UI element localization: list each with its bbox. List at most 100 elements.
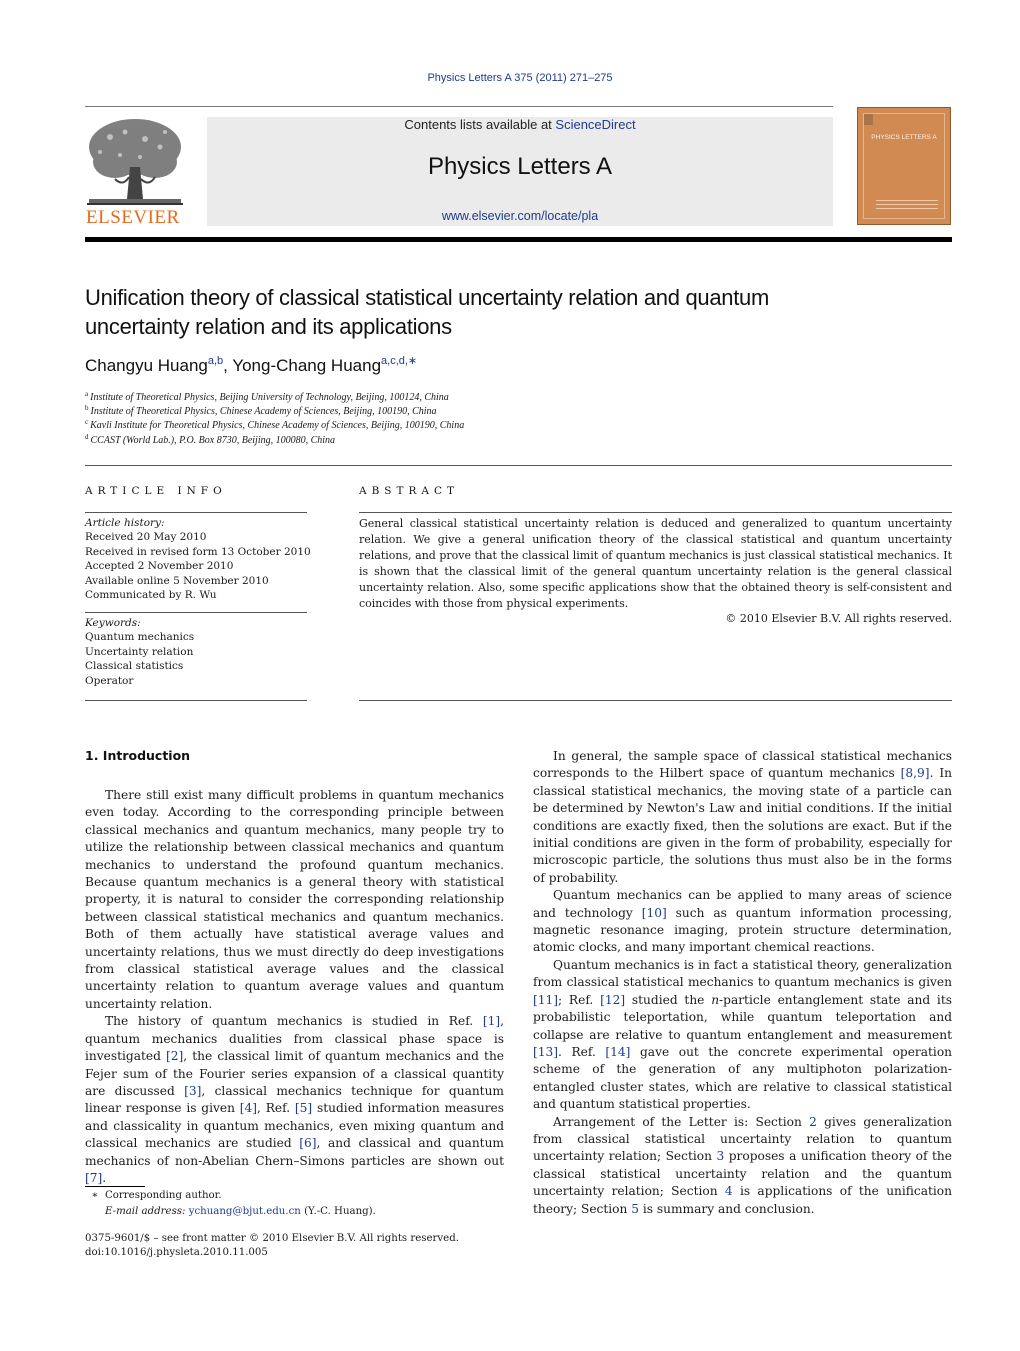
sciencedirect-link[interactable]: ScienceDirect — [555, 117, 635, 132]
author-separator: , — [223, 356, 233, 375]
cover-fine-print — [876, 200, 938, 201]
paragraph: There still exist many difficult problem… — [85, 788, 504, 1011]
abstract-heading: ABSTRACT — [359, 485, 460, 497]
title-line-2: uncertainty relation and its application… — [85, 314, 452, 339]
title-line-1: Unification theory of classical statisti… — [85, 285, 770, 310]
text-run: ; Ref. — [558, 992, 601, 1007]
affiliation-text: Institute of Theoretical Physics, Beijin… — [90, 392, 449, 403]
reference-link[interactable]: [11] — [533, 993, 558, 1007]
history-label: Article history: — [85, 517, 165, 529]
doi-link[interactable]: doi:10.1016/j.physleta.2010.11.005 — [85, 1247, 268, 1258]
keyword: Quantum mechanics — [85, 631, 195, 644]
contents-availability: Contents lists available at ScienceDirec… — [207, 117, 833, 132]
reference-link[interactable]: [5] — [295, 1101, 312, 1115]
text-run: . — [102, 1170, 107, 1185]
abstract-text: General classical statistical uncertaint… — [359, 517, 952, 610]
email-link[interactable]: ychuang@bjut.edu.cn — [189, 1206, 301, 1217]
affiliation-text: Kavli Institute for Theoretical Physics,… — [90, 420, 465, 431]
affiliation: d CCAST (World Lab.), P.O. Box 8730, Beij… — [85, 433, 335, 447]
abstract-divider — [359, 512, 952, 513]
journal-cover-thumbnail[interactable]: PHYSICS LETTERS A — [857, 107, 951, 225]
info-divider — [85, 700, 307, 701]
history-item: Accepted 2 November 2010 — [85, 560, 234, 573]
author-list: Changyu Huanga,b, Yong-Chang Huanga,c,d,… — [85, 356, 417, 376]
affiliation-mark: b — [85, 404, 89, 412]
affiliation: b Institute of Theoretical Physics, Chine… — [85, 404, 437, 418]
affiliation-text: Institute of Theoretical Physics, Chines… — [90, 406, 437, 417]
text-run: . Ref. — [558, 1044, 606, 1059]
author-name[interactable]: Changyu Huang — [85, 356, 208, 375]
reference-link[interactable]: [6] — [299, 1136, 316, 1150]
footnote-rule — [85, 1186, 145, 1187]
keyword: Classical statistics — [85, 660, 184, 673]
text-run: , Ref. — [257, 1101, 295, 1116]
text-run: Arrangement of the Letter is: Section — [553, 1114, 810, 1129]
affiliation-marks[interactable]: a,b — [208, 355, 223, 367]
paragraph: The history of quantum mechanics is stud… — [85, 1013, 504, 1187]
section-link[interactable]: 4 — [725, 1184, 733, 1198]
journal-banner: Contents lists available at ScienceDirec… — [207, 117, 833, 226]
text-run: studied the — [625, 992, 712, 1007]
journal-name: Physics Letters A — [427, 153, 613, 180]
article-info-heading: ARTICLE INFO — [85, 485, 227, 497]
reference-link[interactable]: [4] — [240, 1101, 257, 1115]
affiliation-mark: d — [85, 433, 89, 441]
keyword: Operator — [85, 674, 134, 687]
article-title: Unification theory of classical statisti… — [85, 283, 965, 341]
text-run: In general, the sample space of classica… — [533, 749, 952, 781]
section-link[interactable]: 5 — [631, 1202, 639, 1216]
math-variable: n — [711, 992, 720, 1007]
text-run: The history of quantum mechanics is stud… — [105, 1014, 483, 1029]
text-run: Quantum mechanics is in fact a statistic… — [533, 957, 952, 990]
history-item: Communicated by R. Wu — [85, 589, 217, 602]
affiliation-marks[interactable]: a,c,d,∗ — [381, 355, 417, 367]
keyword: Uncertainty relation — [85, 645, 194, 658]
history-item: Received in revised form 13 October 2010 — [85, 545, 311, 558]
article-history: Article history: Received 20 May 2010 Re… — [85, 516, 311, 602]
author-name[interactable]: Yong-Chang Huang — [232, 356, 381, 375]
corresponding-author-note: ∗ Corresponding author. — [85, 1190, 222, 1201]
section-link[interactable]: 2 — [809, 1115, 817, 1129]
reference-link[interactable]: [10] — [642, 906, 667, 920]
footnote-text: Corresponding author. — [105, 1190, 222, 1201]
text-run: is summary and conclusion. — [639, 1201, 815, 1216]
journal-url-link[interactable]: www.elsevier.com/locate/pla — [207, 209, 833, 223]
email-label: E-mail address: — [105, 1206, 186, 1217]
paragraph: Arrangement of the Letter is: Section 2 … — [533, 1114, 952, 1218]
header-thick-rule — [85, 237, 952, 242]
reference-link[interactable]: [1] — [483, 1014, 500, 1028]
abstract-copyright: © 2010 Elsevier B.V. All rights reserved… — [725, 612, 952, 625]
paragraph: Quantum mechanics can be applied to many… — [533, 887, 952, 957]
text-run: . In classical statistical mechanics, th… — [533, 766, 952, 885]
affiliation: a Institute of Theoretical Physics, Beiji… — [85, 390, 449, 404]
paragraph: Quantum mechanics is in fact a statistic… — [533, 957, 952, 1114]
paragraph: In general, the sample space of classica… — [533, 748, 952, 887]
asterisk-mark: ∗ — [91, 1190, 99, 1201]
info-divider — [85, 612, 307, 613]
issn-line: 0375-9601/$ – see front matter © 2010 El… — [85, 1233, 459, 1244]
cover-fine-print — [876, 208, 938, 209]
reference-link[interactable]: [3] — [184, 1084, 201, 1098]
info-divider — [85, 512, 307, 513]
history-item: Available online 5 November 2010 — [85, 574, 269, 587]
section-divider — [85, 465, 952, 466]
affiliation: c Kavli Institute for Theoretical Physics… — [85, 418, 465, 432]
reference-link[interactable]: [7] — [85, 1171, 102, 1185]
reference-link[interactable]: [8,9] — [901, 766, 930, 780]
right-column: In general, the sample space of classica… — [533, 748, 952, 1218]
abstract-divider — [359, 700, 952, 701]
affiliation-mark: c — [85, 418, 89, 426]
reference-link[interactable]: [14] — [605, 1045, 630, 1059]
affiliation-mark: a — [85, 390, 89, 398]
journal-citation-link[interactable]: Physics Letters A 375 (2011) 271–275 — [0, 72, 1020, 84]
keywords-label: Keywords: — [85, 617, 141, 629]
cover-logo-icon — [864, 114, 873, 125]
email-note: E-mail address: ychuang@bjut.edu.cn (Y.-… — [105, 1206, 376, 1217]
left-column: There still exist many difficult problem… — [85, 787, 504, 1187]
elsevier-wordmark: ELSEVIER — [86, 207, 180, 228]
reference-link[interactable]: [13] — [533, 1045, 558, 1059]
reference-link[interactable]: [2] — [166, 1049, 183, 1063]
section-heading: 1. Introduction — [85, 748, 191, 763]
reference-link[interactable]: [12] — [600, 993, 625, 1007]
email-suffix: (Y.-C. Huang). — [300, 1206, 376, 1217]
